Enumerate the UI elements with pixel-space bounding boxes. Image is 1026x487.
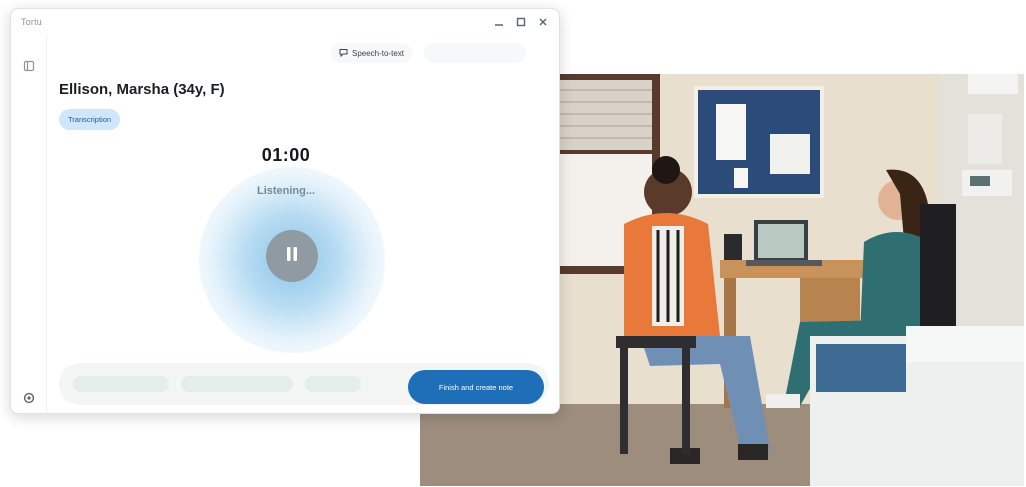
faded-toolbar-button[interactable] bbox=[424, 43, 527, 63]
speech-to-text-button[interactable]: Speech-to-text bbox=[331, 43, 413, 63]
close-icon[interactable] bbox=[536, 16, 549, 29]
transcript-chip bbox=[181, 376, 293, 392]
settings-icon[interactable] bbox=[23, 391, 35, 404]
menu-icon[interactable] bbox=[23, 59, 35, 72]
pause-button[interactable] bbox=[266, 230, 318, 282]
top-actions: Speech-to-text bbox=[331, 43, 527, 63]
title-bar: Tortu bbox=[11, 9, 559, 35]
speech-bubble-icon bbox=[339, 48, 348, 59]
app-name: Tortu bbox=[21, 17, 43, 27]
window-controls bbox=[492, 16, 549, 29]
speech-to-text-label: Speech-to-text bbox=[352, 48, 405, 58]
minimize-icon[interactable] bbox=[492, 16, 505, 29]
pause-icon bbox=[285, 246, 299, 267]
app-window: Tortu Speech-to-text Ellison, Marsha (34… bbox=[10, 8, 560, 414]
sidebar bbox=[11, 35, 47, 413]
transcription-tag[interactable]: Transcription bbox=[59, 109, 121, 130]
transcript-chip bbox=[73, 376, 169, 392]
finish-and-create-note-button[interactable]: Finish and create note bbox=[408, 370, 544, 404]
maximize-icon[interactable] bbox=[514, 16, 527, 29]
transcript-chip bbox=[305, 376, 361, 392]
recording-timer: 01:00 bbox=[261, 145, 311, 165]
patient-name: Ellison, Marsha (34y, F) bbox=[59, 81, 225, 98]
